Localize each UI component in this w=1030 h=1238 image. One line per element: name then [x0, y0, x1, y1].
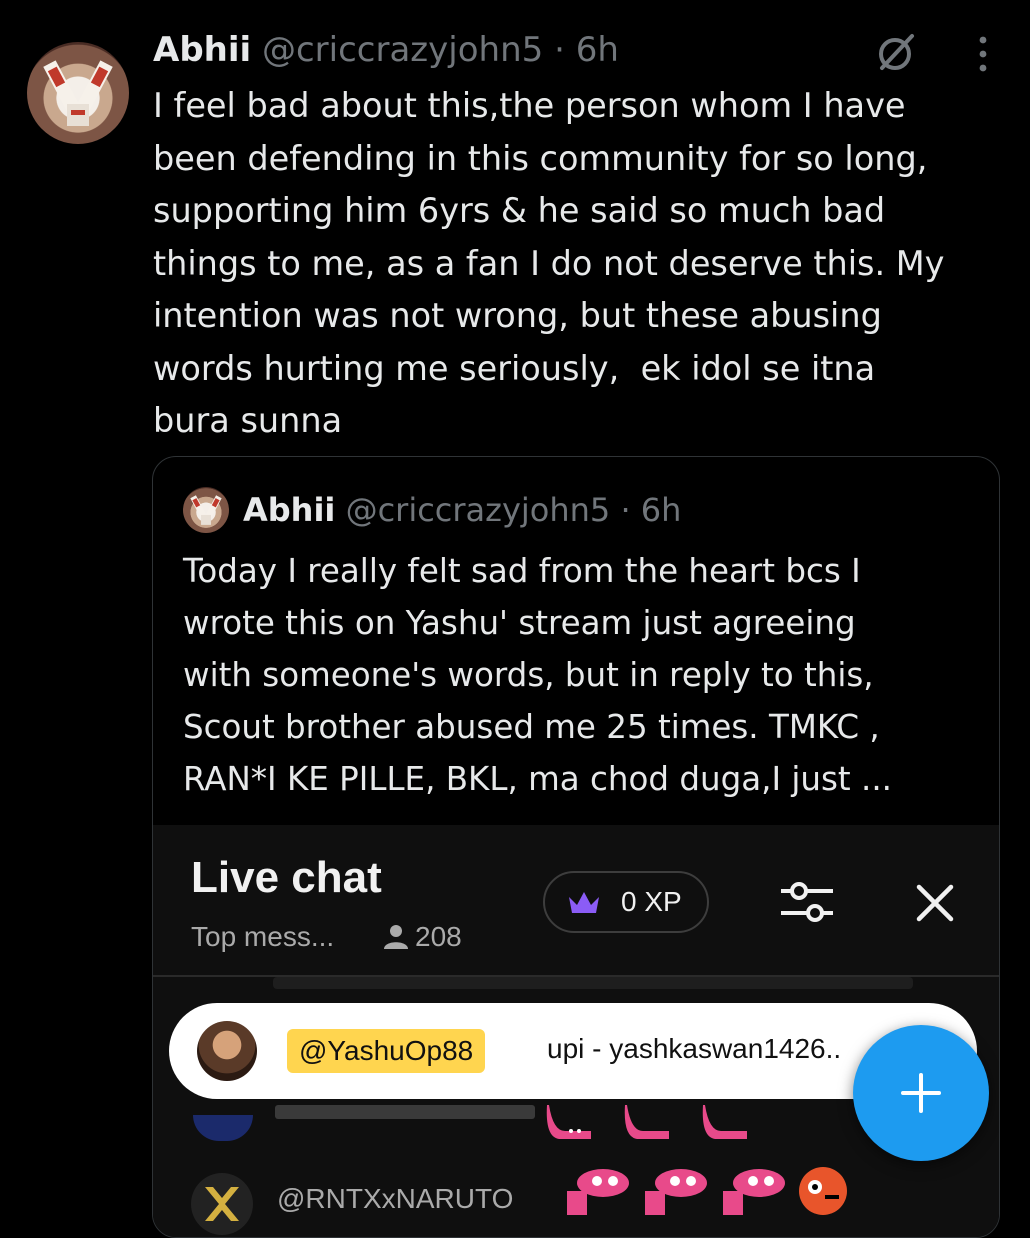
- quoted-text: Today I really felt sad from the heart b…: [183, 552, 892, 798]
- more-vertical-icon[interactable]: [970, 34, 996, 74]
- quoted-header: Abhii @criccrazyjohn5 · 6h: [243, 491, 681, 529]
- person-icon: [384, 925, 408, 949]
- plus-icon: [901, 1073, 941, 1113]
- chat-avatar: [193, 1115, 253, 1141]
- author-name[interactable]: Abhii: [153, 30, 251, 70]
- sticker-icon: [702, 1105, 747, 1139]
- grok-icon[interactable]: [872, 30, 918, 76]
- quoted-time: 6h: [640, 491, 682, 529]
- xp-pill: 0 XP: [543, 871, 709, 933]
- faded-message: [273, 977, 913, 989]
- viewer-count-value: 208: [415, 921, 462, 952]
- quoted-author-handle: @criccrazyjohn5: [345, 491, 611, 529]
- tweet-text: I feel bad about this,the person whom I …: [153, 86, 945, 440]
- live-chat-screenshot[interactable]: Live chat Top mess... 208 0 XP @YashuOp8…: [153, 825, 999, 1237]
- chat-username-faded: [275, 1105, 535, 1119]
- sticker-icon: [723, 1169, 785, 1215]
- live-chat-title: Live chat: [191, 853, 382, 902]
- sticker-icon: [799, 1167, 847, 1215]
- sticker-icon: [567, 1169, 629, 1215]
- pinned-message-text: upi - yashkaswan1426..: [547, 1033, 842, 1064]
- tweet-header: Abhii @criccrazyjohn5 · 6h: [153, 30, 619, 70]
- pinned-username-badge: @YashuOp88: [287, 1029, 486, 1073]
- pinned-avatar: [197, 1021, 257, 1081]
- sticker-icon: [624, 1105, 669, 1139]
- tune-icon: [781, 882, 833, 922]
- sticker-icon: [645, 1169, 707, 1215]
- compose-button[interactable]: [853, 1025, 989, 1161]
- live-chat-filter: Top mess...: [191, 921, 335, 952]
- close-icon: [916, 884, 954, 922]
- meta-separator: ·: [554, 30, 565, 70]
- quoted-meta-separator: ·: [620, 491, 631, 529]
- quoted-author-name: Abhii: [243, 491, 336, 529]
- sticker-icon: [546, 1105, 591, 1139]
- crown-icon: [569, 892, 599, 913]
- chat-avatar: [191, 1173, 253, 1235]
- tweet-time[interactable]: 6h: [576, 30, 619, 70]
- xp-value: 0 XP: [621, 886, 682, 917]
- author-handle[interactable]: @criccrazyjohn5: [262, 30, 543, 70]
- author-avatar[interactable]: [27, 42, 129, 144]
- quoted-tweet[interactable]: Abhii @criccrazyjohn5 · 6h Today I reall…: [152, 456, 1000, 1238]
- viewer-count: 208: [383, 921, 462, 953]
- chat-username: @RNTXxNARUTO: [277, 1183, 514, 1214]
- quoted-author-avatar[interactable]: [183, 487, 229, 533]
